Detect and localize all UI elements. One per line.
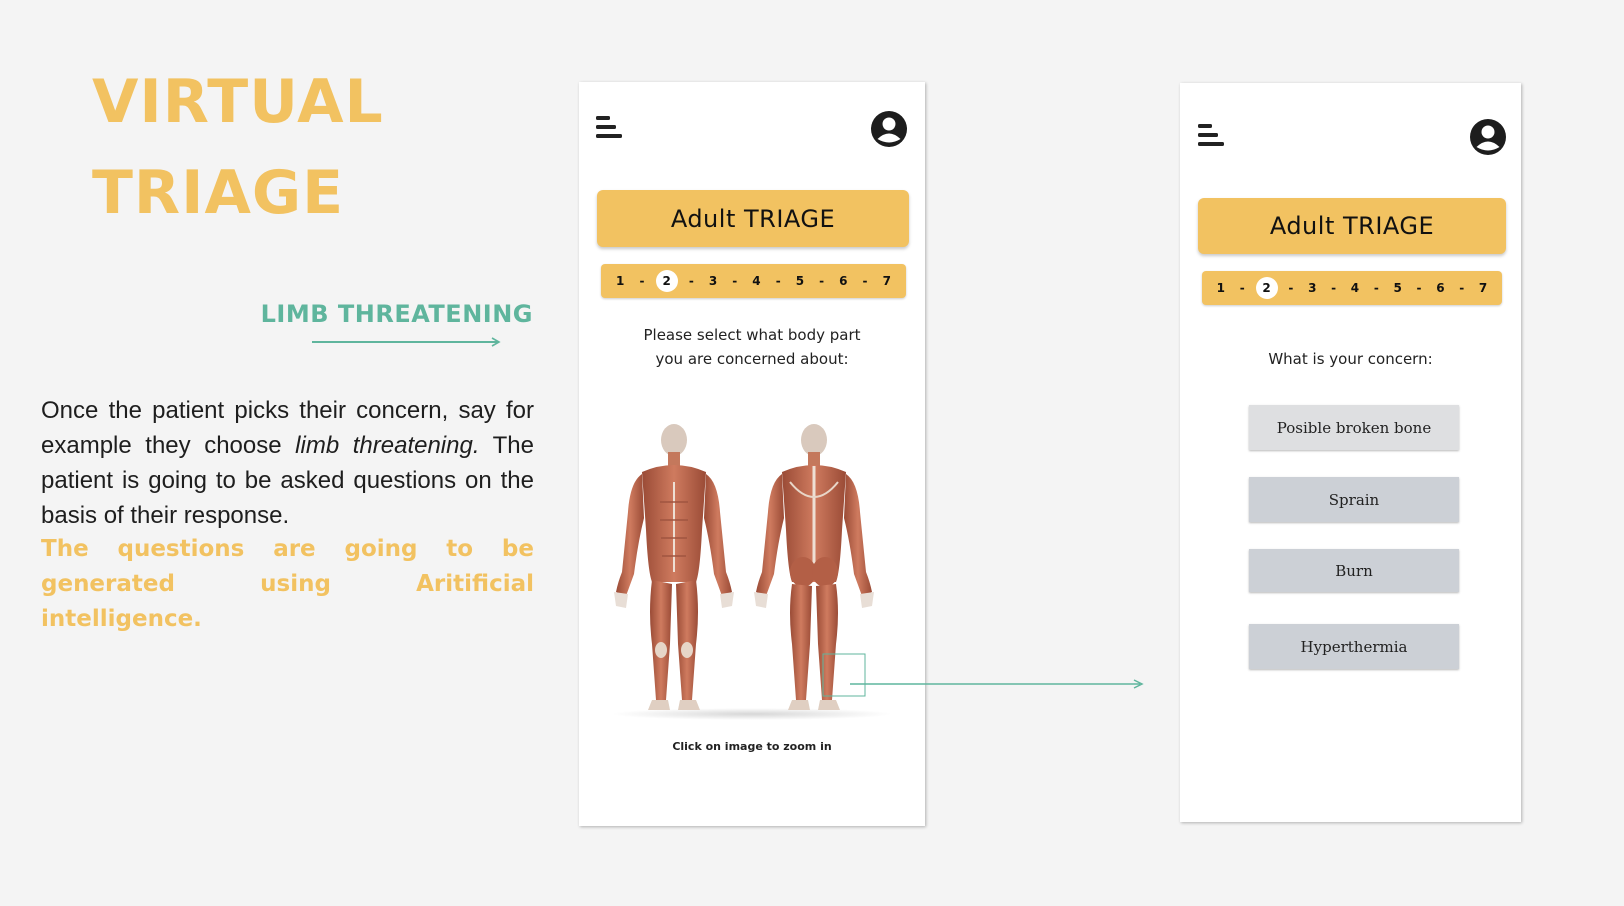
description-text: Once the patient picks their concern, sa… bbox=[41, 397, 535, 529]
user-account-icon[interactable] bbox=[1470, 119, 1506, 155]
title-line-1: VIRTUAL bbox=[92, 67, 384, 137]
back-figure bbox=[754, 424, 874, 710]
option-burn-button[interactable]: Burn bbox=[1249, 549, 1459, 592]
step-5[interactable]: 5 bbox=[792, 274, 808, 288]
step-4[interactable]: 4 bbox=[1347, 281, 1363, 295]
step-7[interactable]: 7 bbox=[1475, 281, 1491, 295]
section-arrow-icon bbox=[312, 337, 501, 347]
phone-mockup-concern-selection: Adult TRIAGE 1- 2- 3- 4- 5- 6- 7 What is… bbox=[1180, 83, 1521, 822]
step-progress-indicator: 1- 2- 3- 4- 5- 6- 7 bbox=[601, 264, 906, 298]
step-2-active[interactable]: 2 bbox=[1255, 277, 1278, 299]
user-account-icon[interactable] bbox=[871, 111, 907, 147]
step-2-active[interactable]: 2 bbox=[655, 270, 678, 292]
step-1[interactable]: 1 bbox=[612, 274, 628, 288]
front-figure bbox=[614, 424, 734, 710]
emphasis-limb-threatening: limb threatening. bbox=[295, 432, 480, 459]
phone-mockup-body-selection: Adult TRIAGE 1- 2- 3- 4- 5- 6- 7 Please … bbox=[579, 82, 925, 826]
step-6[interactable]: 6 bbox=[835, 274, 851, 288]
ai-highlight-text: The questions are going to be generated … bbox=[41, 536, 534, 632]
concern-prompt: What is your concern: bbox=[1268, 350, 1433, 368]
hamburger-menu-icon[interactable] bbox=[1198, 124, 1226, 150]
step-7[interactable]: 7 bbox=[879, 274, 895, 288]
step-6[interactable]: 6 bbox=[1432, 281, 1448, 295]
section-label: LIMB THREATENING bbox=[260, 300, 533, 328]
adult-triage-banner: Adult TRIAGE bbox=[597, 190, 909, 247]
step-4[interactable]: 4 bbox=[748, 274, 764, 288]
anatomy-image[interactable] bbox=[604, 422, 900, 727]
body-part-prompt: Please select what body part you are con… bbox=[643, 326, 861, 368]
option-hyperthermia-button[interactable]: Hyperthermia bbox=[1249, 624, 1459, 669]
hamburger-menu-icon[interactable] bbox=[596, 116, 624, 142]
step-3[interactable]: 3 bbox=[705, 274, 721, 288]
zoom-hint-text: Click on image to zoom in bbox=[672, 740, 832, 753]
step-1[interactable]: 1 bbox=[1213, 281, 1229, 295]
step-5[interactable]: 5 bbox=[1390, 281, 1406, 295]
option-sprain-button[interactable]: Sprain bbox=[1249, 477, 1459, 522]
adult-triage-banner: Adult TRIAGE bbox=[1198, 198, 1506, 254]
option-broken-bone-button[interactable]: Posible broken bone bbox=[1249, 405, 1459, 450]
step-progress-indicator: 1- 2- 3- 4- 5- 6- 7 bbox=[1202, 271, 1502, 305]
step-3[interactable]: 3 bbox=[1304, 281, 1320, 295]
title-line-2: TRIAGE bbox=[92, 158, 345, 228]
